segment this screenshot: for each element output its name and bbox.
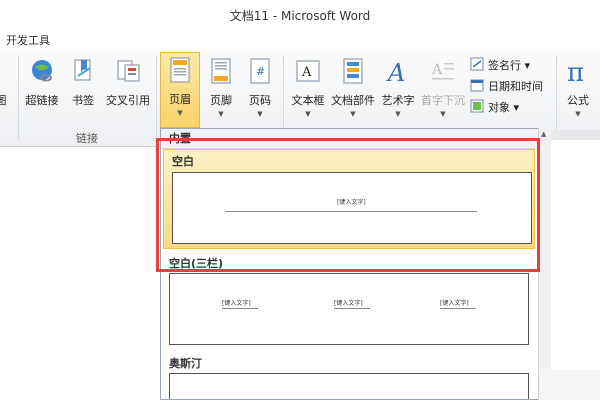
pi-icon: π [565,58,591,88]
signature-icon [470,57,484,71]
bookmark-label: 书签 [72,94,94,107]
object-icon [470,99,484,113]
scroll-up-icon[interactable]: ▲ [541,130,546,138]
chevron-down-icon: ▼ [350,110,356,118]
quick-parts-label: 文档部件 [331,94,375,107]
placeholder-right: [键入文字] [440,300,469,307]
svg-text:A: A [386,59,405,84]
quick-parts-icon [340,58,366,84]
page-number-label: 页码 [249,94,271,107]
links-group-label: 链接 [76,132,98,145]
drop-cap-button[interactable]: A 首字下沉 ▼ [420,54,466,124]
header-rule [440,308,476,309]
header-icon [167,57,193,83]
header-button[interactable]: 页眉 ▼ [160,52,200,128]
highlight-annotation [156,138,540,272]
svg-text:#: # [256,65,265,78]
ribbon-tab-bar: 开发工具 [0,28,600,51]
chevron-down-icon: ▼ [395,110,401,118]
separator [556,56,557,140]
document-page [548,140,600,400]
chevron-down-icon: ▼ [177,109,183,117]
document-area [548,130,600,400]
chevron-down-icon: ▼ [257,110,263,118]
footer-icon [208,58,234,84]
drop-cap-label: 首字下沉 [421,94,465,107]
globe-link-icon [29,58,55,84]
text-box-button[interactable]: A 文本框 ▼ [287,54,329,124]
page-number-button[interactable]: # 页码 ▼ [242,54,278,124]
cross-reference-button[interactable]: 交叉引用 [102,54,154,124]
cross-reference-icon [115,58,141,84]
svg-text:π: π [567,58,584,84]
chevron-down-icon: ▼ [305,110,311,118]
thumbnail-three-columns: [键入文字] [键入文字] [键入文字] [169,273,529,345]
quick-parts-button[interactable]: 文档部件 ▼ [330,54,376,124]
svg-text:A: A [431,62,443,78]
text-box-icon: A [295,58,321,84]
placeholder-center: [键入文字] [334,300,363,307]
date-time-label: 日期和时间 [488,80,543,93]
item-name-austin: 奥斯汀 [169,357,202,370]
picture-button[interactable]: 图 [0,54,16,124]
hyperlink-button[interactable]: 超链接 [22,54,62,124]
separator [156,56,157,140]
page-number-icon: # [247,58,273,84]
footer-label: 页脚 [210,94,232,107]
cross-reference-label: 交叉引用 [106,94,150,107]
picture-button-label: 图 [0,94,7,107]
thumbnail-austin [169,373,529,399]
chevron-down-icon: ▼ [575,110,581,118]
wordart-icon: A [385,58,411,87]
placeholder-left: [键入文字] [222,300,251,307]
hyperlink-label: 超链接 [25,94,59,107]
text-box-label: 文本框 [291,94,325,107]
signature-line-label: 签名行 ▾ [488,59,531,72]
chevron-down-icon: ▼ [218,110,224,118]
equation-button[interactable]: π 公式 ▼ [560,54,596,124]
header-rule [334,308,370,309]
header-rule [222,308,258,309]
tab-developer[interactable]: 开发工具 [6,32,50,48]
equation-label: 公式 [567,94,589,107]
bookmark-button[interactable]: 书签 [66,54,100,124]
separator [18,56,19,140]
svg-text:A: A [301,65,312,80]
title-bar: 文档11 - Microsoft Word [0,0,600,28]
footer-button[interactable]: 页脚 ▼ [203,54,239,124]
chevron-down-icon: ▼ [440,110,446,118]
wordart-label: 艺术字 [381,94,415,107]
bookmark-icon [70,58,96,84]
calendar-icon [470,78,484,92]
window-title: 文档11 - Microsoft Word [229,9,371,23]
drop-cap-icon: A [430,58,456,84]
header-label: 页眉 [169,93,191,106]
object-label: 对象 ▾ [488,101,520,114]
screen-corner [540,370,600,400]
wordart-button[interactable]: A 艺术字 ▼ [378,54,418,124]
